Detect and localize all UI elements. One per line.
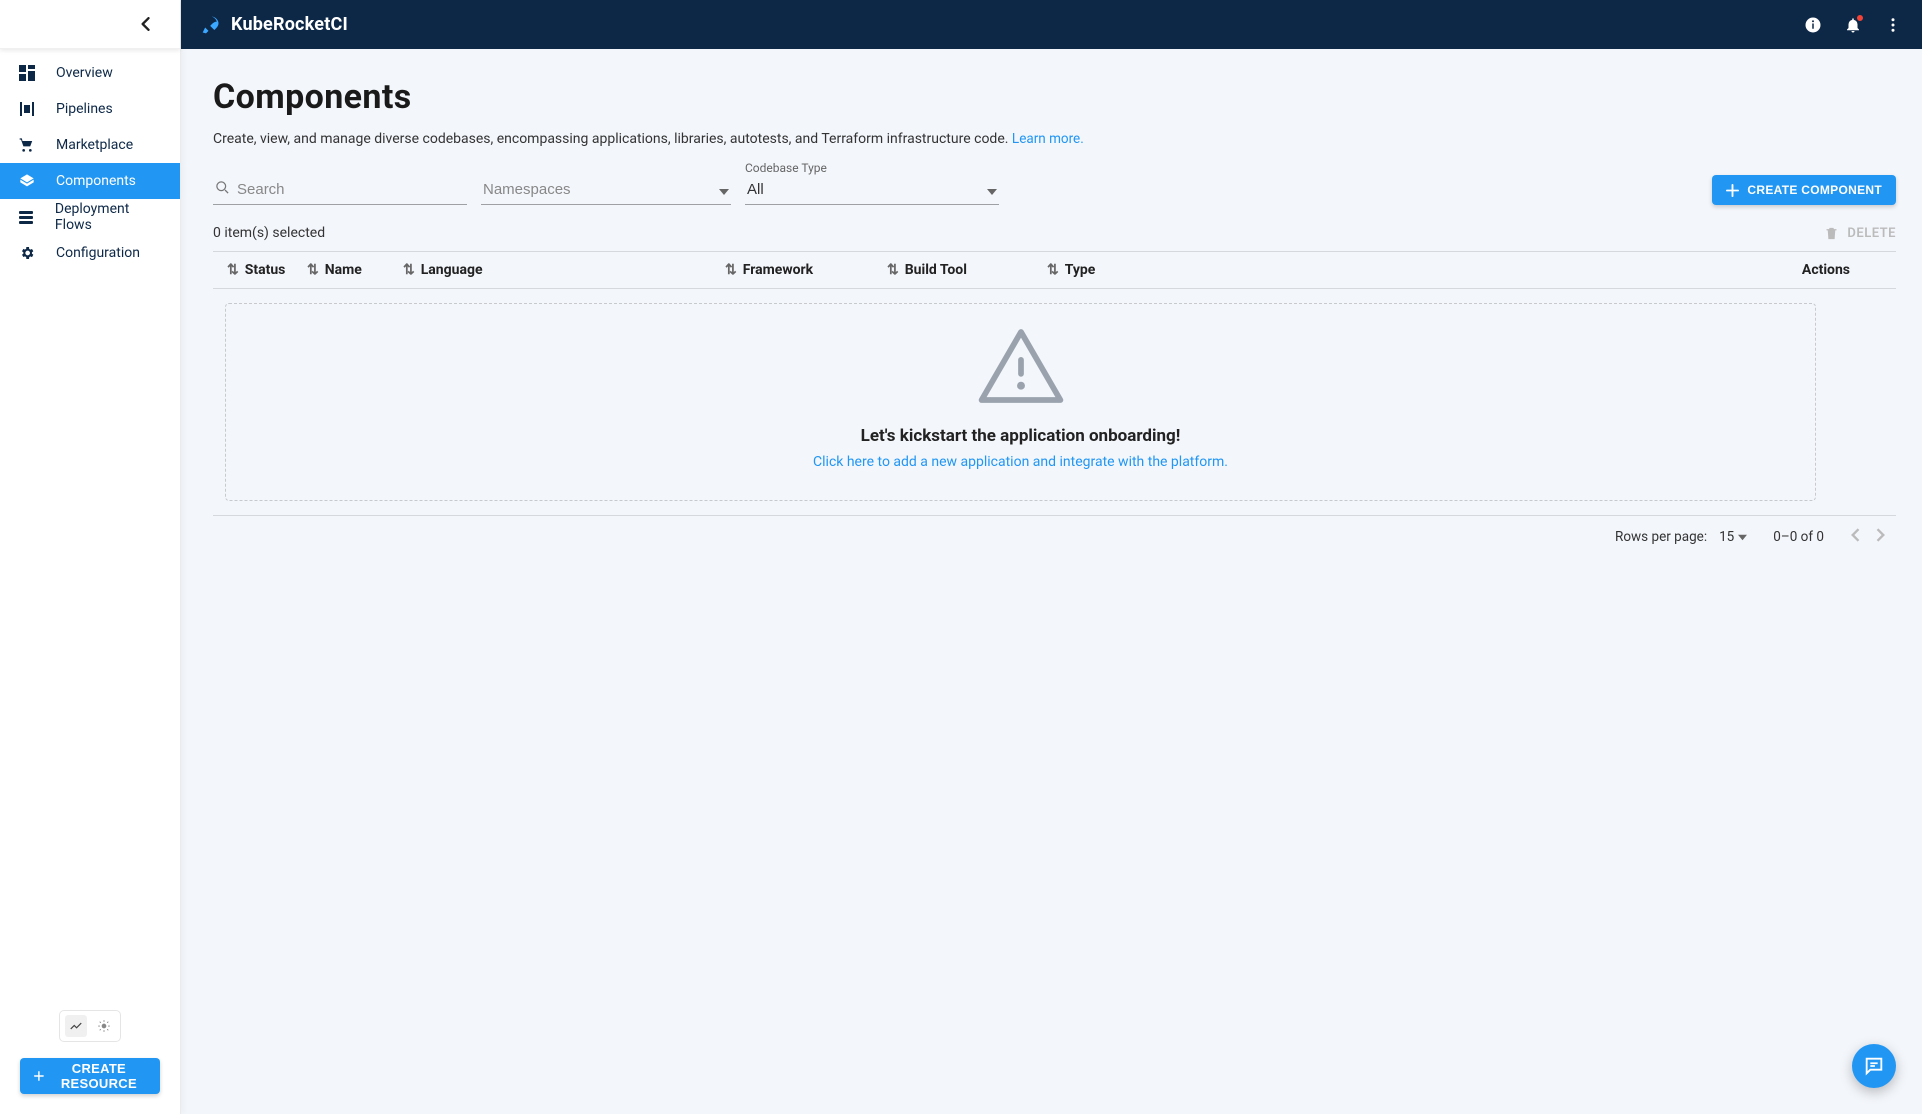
empty-title: Let's kickstart the application onboardi… xyxy=(246,426,1795,446)
sort-icon: ⇅ xyxy=(1047,262,1059,278)
sidebar-item-marketplace[interactable]: Marketplace xyxy=(0,127,180,163)
subtitle-text: Create, view, and manage diverse codebas… xyxy=(213,131,1008,147)
rows-per-page: Rows per page: 15 xyxy=(1615,529,1747,545)
sidebar-item-deployment-flows[interactable]: Deployment Flows xyxy=(0,199,180,235)
theme-dark-icon xyxy=(65,1015,87,1037)
pagination: Rows per page: 15 0–0 of 0 xyxy=(213,515,1896,546)
chat-icon xyxy=(1863,1055,1885,1077)
prev-page-button[interactable] xyxy=(1850,528,1860,546)
rows-value: 15 xyxy=(1719,529,1734,545)
dashboard-icon xyxy=(16,65,38,81)
empty-link[interactable]: Click here to add a new application and … xyxy=(246,454,1795,470)
chat-fab[interactable] xyxy=(1852,1044,1896,1088)
notification-dot xyxy=(1856,14,1864,22)
codebase-type-label: Codebase Type xyxy=(745,161,827,175)
brand-text: KubeRocketCI xyxy=(231,14,348,35)
rows-label: Rows per page: xyxy=(1615,529,1707,545)
rows-value-select[interactable]: 15 xyxy=(1719,529,1747,545)
chevron-left-icon xyxy=(140,17,150,31)
sidebar-item-overview[interactable]: Overview xyxy=(0,55,180,91)
content: Components Create, view, and manage dive… xyxy=(181,49,1922,1114)
notifications-button[interactable] xyxy=(1844,16,1862,34)
dots-vertical-icon xyxy=(1884,16,1902,34)
search-input[interactable] xyxy=(213,177,467,205)
sidebar-item-pipelines[interactable]: Pipelines xyxy=(0,91,180,127)
sidebar-collapse[interactable] xyxy=(0,0,180,49)
table-header: ⇅Status ⇅Name ⇅Language ⇅Framework ⇅Buil… xyxy=(213,251,1896,289)
sort-icon: ⇅ xyxy=(403,262,415,278)
next-page-button[interactable] xyxy=(1876,528,1886,546)
sort-icon: ⇅ xyxy=(307,262,319,278)
cart-icon xyxy=(16,137,38,153)
search-field xyxy=(213,177,467,205)
sidebar-item-label: Components xyxy=(56,173,136,189)
learn-more-link[interactable]: Learn more. xyxy=(1012,131,1084,147)
chevron-down-icon xyxy=(719,182,729,201)
info-icon xyxy=(1804,16,1822,34)
col-framework[interactable]: ⇅Framework xyxy=(725,262,887,278)
page-title: Components xyxy=(213,77,1896,117)
sort-icon: ⇅ xyxy=(887,262,899,278)
col-language[interactable]: ⇅Language xyxy=(403,262,725,278)
empty-state: Let's kickstart the application onboardi… xyxy=(225,303,1816,501)
search-icon xyxy=(215,180,230,199)
sidebar-item-label: Pipelines xyxy=(56,101,113,117)
namespaces-field[interactable] xyxy=(481,177,731,205)
sort-icon: ⇅ xyxy=(227,262,239,278)
chevron-down-icon xyxy=(1738,533,1747,542)
codebase-type-input[interactable] xyxy=(745,177,999,205)
create-component-button[interactable]: CREATE COMPONENT xyxy=(1712,175,1896,205)
delete-label: DELETE xyxy=(1847,226,1896,241)
selection-toolbar: 0 item(s) selected DELETE xyxy=(213,223,1896,243)
sidebar-nav: Overview Pipelines Marketplace Component… xyxy=(0,49,180,996)
sort-icon: ⇅ xyxy=(725,262,737,278)
page-range: 0–0 of 0 xyxy=(1773,529,1824,545)
col-name[interactable]: ⇅Name xyxy=(307,262,403,278)
chevron-down-icon xyxy=(987,182,997,201)
chevron-left-icon xyxy=(1850,528,1860,542)
sidebar-bottom: CREATE RESOURCE xyxy=(0,996,180,1114)
layers-icon xyxy=(16,173,38,189)
namespaces-input[interactable] xyxy=(481,177,731,205)
sidebar-item-label: Configuration xyxy=(56,245,140,261)
gear-icon xyxy=(16,245,38,261)
theme-toggle[interactable] xyxy=(59,1010,121,1042)
sidebar-item-label: Deployment Flows xyxy=(55,201,164,233)
main: KubeRocketCI Components Create, view, an… xyxy=(181,0,1922,1114)
selection-count: 0 item(s) selected xyxy=(213,225,325,241)
sidebar-item-components[interactable]: Components xyxy=(0,163,180,199)
page-subtitle: Create, view, and manage diverse codebas… xyxy=(213,131,1896,147)
trash-icon xyxy=(1824,226,1839,241)
create-resource-button[interactable]: CREATE RESOURCE xyxy=(20,1058,160,1094)
delete-button[interactable]: DELETE xyxy=(1824,226,1896,241)
sidebar-item-configuration[interactable]: Configuration xyxy=(0,235,180,271)
codebase-type-field[interactable]: Codebase Type xyxy=(745,177,999,205)
col-actions: Actions xyxy=(1802,262,1850,278)
create-resource-label: CREATE RESOURCE xyxy=(52,1061,146,1091)
stack-icon xyxy=(16,209,37,225)
brand[interactable]: KubeRocketCI xyxy=(201,14,348,35)
col-status[interactable]: ⇅Status xyxy=(227,262,307,278)
pipelines-icon xyxy=(16,101,38,117)
col-type[interactable]: ⇅Type xyxy=(1047,262,1225,278)
more-button[interactable] xyxy=(1884,16,1902,34)
plus-icon xyxy=(1726,184,1739,197)
plus-icon xyxy=(34,1069,44,1083)
sidebar-item-label: Marketplace xyxy=(56,137,133,153)
rocket-icon xyxy=(201,15,221,35)
filters-row: Codebase Type CREATE COMPONENT xyxy=(213,175,1896,205)
warning-icon xyxy=(978,328,1064,404)
sidebar-item-label: Overview xyxy=(56,65,113,81)
create-component-label: CREATE COMPONENT xyxy=(1747,183,1882,197)
theme-light-icon xyxy=(93,1015,115,1037)
info-button[interactable] xyxy=(1804,16,1822,34)
col-build-tool[interactable]: ⇅Build Tool xyxy=(887,262,1047,278)
chevron-right-icon xyxy=(1876,528,1886,542)
topbar: KubeRocketCI xyxy=(181,0,1922,49)
sidebar: Overview Pipelines Marketplace Component… xyxy=(0,0,181,1114)
